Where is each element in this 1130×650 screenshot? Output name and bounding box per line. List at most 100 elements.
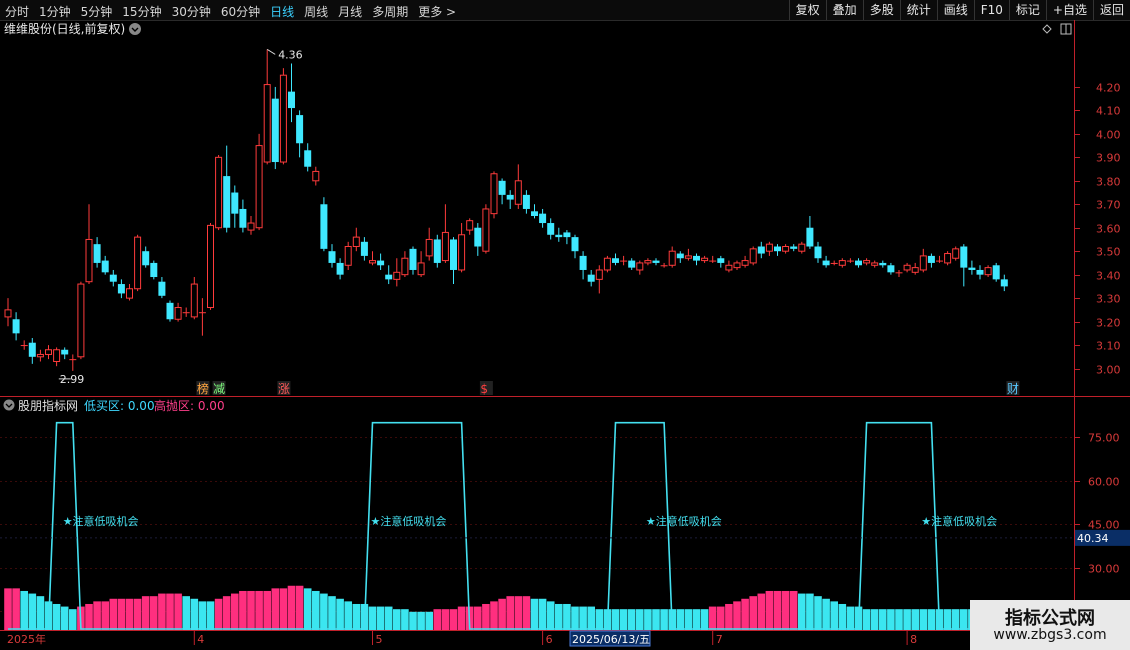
candle-body: [36, 353, 44, 358]
indicator-bar: [619, 609, 628, 630]
indicator-bar: [627, 609, 636, 630]
indicator-tick-label-3: 30.00: [1088, 563, 1120, 576]
indicator-bar: [271, 588, 280, 630]
candle-body: [45, 349, 52, 355]
candle-body: [992, 265, 1000, 280]
low-buy-signal-label-2: ★注意低吸机会: [646, 514, 722, 528]
indicator-bar: [117, 598, 126, 630]
indicator-bar: [522, 596, 531, 630]
candle-body: [984, 267, 992, 276]
candle-body: [620, 260, 628, 262]
indicator-bar: [846, 606, 855, 630]
candle-body: [101, 260, 109, 273]
candle-body: [425, 238, 433, 257]
candle-body: [522, 194, 530, 209]
indicator-bar: [376, 606, 385, 630]
candle-body: [960, 246, 968, 268]
candle-body: [369, 260, 376, 264]
price-tick-label-11: 3.10: [1096, 340, 1121, 353]
indicator-bar: [741, 598, 749, 630]
event-marker-1[interactable]: 减: [213, 382, 225, 396]
indicator-bar: [814, 596, 822, 630]
indicator-bar: [60, 606, 69, 630]
date-label-0: 2025年: [7, 632, 46, 646]
candle-body: [344, 246, 352, 266]
indicator-bar: [231, 593, 239, 630]
candle-body: [846, 260, 854, 262]
candle-body: [271, 98, 279, 163]
candle-body: [976, 269, 984, 275]
indicator-bar: [158, 593, 166, 630]
candle-body: [20, 345, 28, 347]
candle-body: [895, 272, 903, 274]
candlestick-series: [4, 49, 1008, 371]
candle-body: [312, 170, 320, 182]
candle-body: [628, 260, 636, 268]
indicator-tick-label-1: 60.00: [1088, 476, 1120, 489]
watermark: 指标公式网 www.zbgs3.com: [970, 600, 1130, 650]
indicator-grid: [0, 437, 1074, 612]
price-tick-label-4: 3.80: [1096, 176, 1121, 189]
candle-body: [166, 302, 174, 320]
candle-body: [765, 243, 773, 252]
indicator-dropdown-icon[interactable]: [3, 399, 15, 411]
candle-body: [612, 258, 619, 263]
low-buy-signal-label-1: ★注意低吸机会: [371, 514, 447, 528]
candle-body: [320, 204, 328, 249]
candle-body: [360, 241, 368, 256]
indicator-bar: [717, 606, 725, 630]
candle-body: [709, 260, 717, 262]
candle-body: [53, 349, 61, 362]
date-label-1: 4: [197, 633, 204, 646]
indicator-bar: [765, 590, 774, 630]
candle-body: [117, 284, 125, 294]
current-value-label: 40.34: [1077, 532, 1109, 545]
indicator-bar: [838, 603, 847, 630]
indicator-bar: [255, 590, 263, 630]
indicator-bar: [328, 596, 336, 630]
indicator-bar: [93, 601, 101, 630]
indicator-bar: [247, 590, 255, 630]
indicator-bar: [692, 609, 701, 630]
indicator-bar: [433, 609, 442, 630]
candle-body: [69, 359, 77, 361]
indicator-bar: [279, 588, 288, 630]
low-buy-signal-label-0: ★注意低吸机会: [63, 514, 139, 528]
indicator-bar: [749, 596, 757, 630]
event-marker-4[interactable]: 财: [1007, 382, 1019, 396]
cursor-date-label: 2025/06/13/五: [572, 633, 650, 646]
indicator-bar: [441, 609, 450, 630]
stock-chart: 维维股份(日线,前复权) 4.20 4.10 4.00 3.90 3.80 3.70 3.6…: [0, 20, 1130, 647]
event-marker-3[interactable]: $: [480, 382, 488, 396]
price-tick-label-5: 3.70: [1096, 199, 1121, 212]
candle-body: [377, 260, 385, 266]
indicator-bar: [733, 601, 741, 630]
candle-body: [636, 262, 644, 271]
candle-body: [150, 262, 158, 278]
indicator-tick-label-2: 45.00: [1088, 519, 1120, 532]
indicator-bar: [587, 606, 595, 630]
indicator-bar: [182, 596, 190, 630]
event-marker-0[interactable]: 榜: [197, 381, 209, 396]
indicator-bar: [555, 603, 563, 630]
event-marker-2[interactable]: 涨: [278, 381, 290, 396]
diamond-icon[interactable]: [1042, 24, 1052, 34]
candle-body: [61, 349, 69, 355]
candle-body: [741, 260, 749, 266]
candle-body: [255, 145, 263, 229]
stock-title: 维维股份(日线,前复权): [4, 21, 125, 36]
indicator-bar: [757, 593, 766, 630]
price-tick-label-2: 4.00: [1096, 129, 1121, 142]
max-pointer: [266, 48, 276, 55]
candle-body: [944, 253, 952, 264]
candle-body: [652, 260, 660, 263]
candle-body: [563, 232, 571, 238]
candle-body: [911, 267, 919, 273]
title-dropdown-icon[interactable]: [129, 23, 141, 35]
candle-body: [247, 222, 255, 231]
indicator-bar: [960, 609, 968, 630]
indicator-bar: [174, 593, 182, 630]
candle-body: [936, 260, 943, 262]
candle-body: [887, 265, 895, 273]
candle-body: [441, 231, 449, 262]
